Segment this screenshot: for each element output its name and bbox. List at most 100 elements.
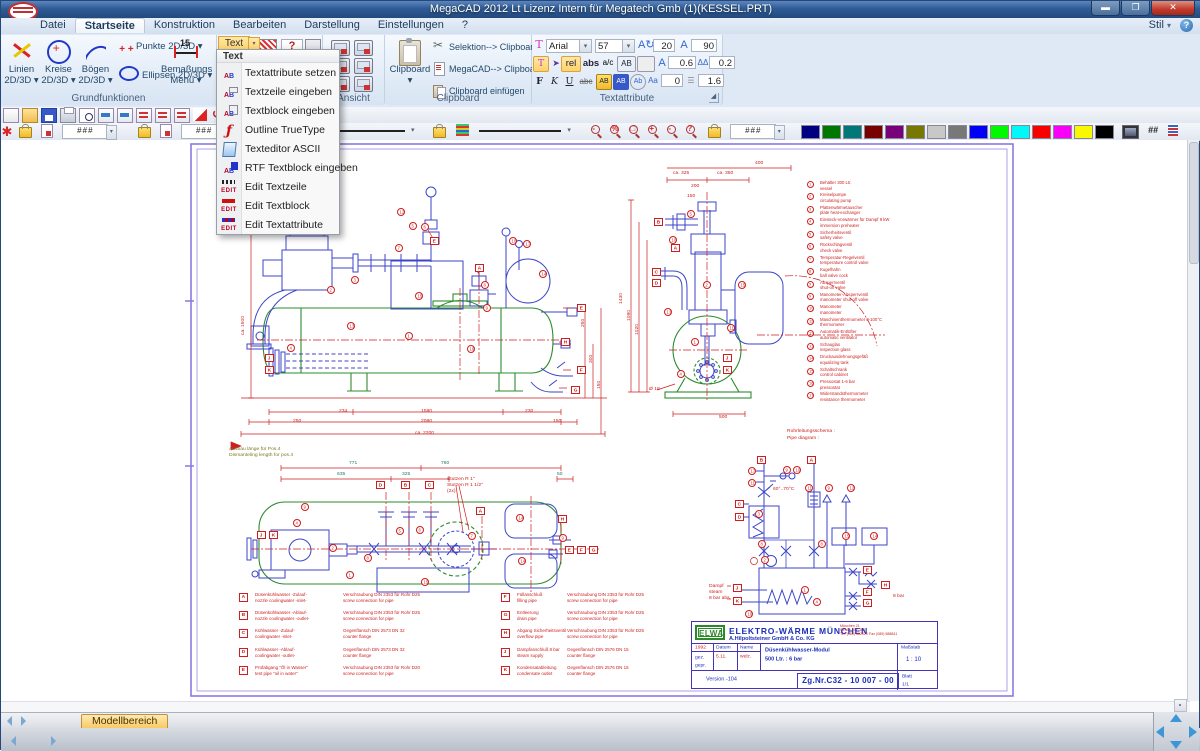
zoom-minus-icon[interactable]: - xyxy=(666,124,679,137)
doc-settings-icon[interactable] xyxy=(136,108,152,123)
ribbon-tab[interactable]: Konstruktion xyxy=(145,18,224,33)
layer-colors-icon[interactable] xyxy=(1168,124,1178,136)
menu-item[interactable]: EDIT Edit Textattribute xyxy=(217,215,339,234)
import-icon[interactable] xyxy=(98,108,114,123)
zoom-window-icon[interactable]: □ xyxy=(628,124,641,137)
menu-item[interactable]: AB Textattribute setzen xyxy=(217,63,339,82)
text-slant-field[interactable]: 90 xyxy=(691,39,717,52)
pan-down-icon[interactable] xyxy=(1170,741,1182,749)
ribbon-tab[interactable]: Einstellungen xyxy=(369,18,453,33)
offset-field[interactable]: 0 xyxy=(661,74,683,87)
view-pan-icon[interactable] xyxy=(354,58,373,74)
prev-arrow-icon[interactable] xyxy=(11,736,16,746)
pan-left-icon[interactable] xyxy=(1156,726,1164,738)
ab-frame-icon[interactable]: AB xyxy=(617,56,636,72)
color-swatch[interactable] xyxy=(927,125,946,139)
color-swatch[interactable] xyxy=(948,125,967,139)
menu-item[interactable]: ƒ Outline TrueType xyxy=(217,120,339,139)
menu-item[interactable]: EDIT Edit Textzeile xyxy=(217,177,339,196)
redline-icon[interactable] xyxy=(193,108,207,121)
close-button[interactable]: ✕ xyxy=(1151,1,1195,16)
style-menu[interactable]: Stil ▾ xyxy=(1149,19,1171,31)
group-page-icon[interactable] xyxy=(160,124,172,138)
lock-text-icon[interactable]: AB xyxy=(596,74,612,90)
menu-item[interactable]: AB Textzeile eingeben xyxy=(217,82,339,101)
italic-button[interactable]: K xyxy=(548,74,561,90)
ribbon-button[interactable]: Kreise2D/3D ▾ xyxy=(40,38,77,92)
layer-combo[interactable]: ###▾ xyxy=(62,124,108,139)
zoom-all-icon[interactable]: ? xyxy=(685,124,698,137)
ribbon-tab[interactable]: Bearbeiten xyxy=(224,18,295,33)
color-swatch[interactable] xyxy=(1074,125,1093,139)
zoom-out-icon[interactable]: - xyxy=(590,124,603,137)
menu-item[interactable]: AB Textblock eingeben xyxy=(217,101,339,120)
export-icon[interactable] xyxy=(117,108,133,123)
pan-up-icon[interactable] xyxy=(1170,714,1182,722)
menu-item[interactable]: Texteditor ASCII xyxy=(217,139,339,158)
ribbon-tab[interactable]: ? xyxy=(453,18,477,33)
screen-color-icon[interactable] xyxy=(1122,125,1139,139)
maximize-button[interactable]: ❐ xyxy=(1121,1,1150,16)
layer-page-icon[interactable] xyxy=(41,124,53,138)
hash-label[interactable]: ## xyxy=(1148,125,1158,135)
ribbon-button[interactable]: Bögen2D/3D ▾ xyxy=(77,38,114,92)
bold-button[interactable]: F xyxy=(533,74,546,90)
color-swatch[interactable] xyxy=(885,125,904,139)
prev-view-arrow-icon[interactable] xyxy=(7,716,12,726)
color-swatch[interactable] xyxy=(1032,125,1051,139)
clipboard-action-button[interactable]: Selektion--> Clipboard xyxy=(433,40,543,57)
strike-button[interactable]: abc xyxy=(577,74,595,90)
view-zoom-icon[interactable] xyxy=(354,40,373,56)
zoom-in-icon[interactable]: + xyxy=(647,124,660,137)
line-spacing-field[interactable]: 1.6 xyxy=(698,74,724,87)
abs-button[interactable]: abs xyxy=(581,56,601,72)
save-text-icon[interactable]: AB xyxy=(613,74,629,90)
doc-paste-icon[interactable] xyxy=(174,108,190,123)
char-gap-field[interactable]: 0.2 xyxy=(709,56,735,69)
ribbon-tab[interactable]: Datei xyxy=(31,18,75,33)
pen-combo[interactable]: ###▾ xyxy=(730,124,776,139)
open-file-icon[interactable] xyxy=(22,108,38,123)
color-swatch[interactable] xyxy=(906,125,925,139)
text-angle-field[interactable]: 20 xyxy=(653,39,675,52)
bemassung-menu-button[interactable]: Bemaßungs Menü ▾ xyxy=(161,38,211,92)
color-swatch[interactable] xyxy=(1011,125,1030,139)
save-file-icon[interactable] xyxy=(41,108,57,123)
rel-button[interactable]: rel xyxy=(561,56,581,72)
snap-icon[interactable]: ✱ xyxy=(1,125,13,138)
color-swatch[interactable] xyxy=(1053,125,1072,139)
dialog-launcher[interactable]: ◢ xyxy=(709,93,719,103)
text-color-button[interactable]: T xyxy=(533,56,549,72)
doc-copy-icon[interactable] xyxy=(155,108,171,123)
drawing-canvas[interactable]: EAEHFGJKBACDJKJKDBCAHEFGBACDJKEFGH 12567… xyxy=(1,140,1190,701)
color-swatch[interactable] xyxy=(801,125,820,139)
lock-icon[interactable] xyxy=(433,127,446,138)
clipboard-button[interactable]: Clipboard▾ xyxy=(389,38,431,92)
menu-item[interactable]: AB RTF Textblock eingeben xyxy=(217,158,339,177)
color-swatch[interactable] xyxy=(822,125,841,139)
width-factor-field[interactable]: 0.6 xyxy=(668,56,696,69)
lock-icon[interactable] xyxy=(708,127,721,138)
color-swatch[interactable] xyxy=(969,125,988,139)
print-icon[interactable] xyxy=(60,108,76,123)
pan-control[interactable] xyxy=(1153,712,1199,751)
minimize-button[interactable]: ▬ xyxy=(1091,1,1120,16)
pan-right-icon[interactable] xyxy=(1189,726,1197,738)
help-icon[interactable]: ? xyxy=(1180,19,1193,32)
scrollbar-corner-button[interactable] xyxy=(1174,699,1187,712)
ribbon-tab[interactable]: Darstellung xyxy=(295,18,369,33)
ab-bubble-icon[interactable]: Ab xyxy=(630,74,646,90)
next-arrow-icon[interactable] xyxy=(51,736,56,746)
ribbon-tab[interactable]: Startseite xyxy=(75,18,145,33)
ribbon-button[interactable]: Linien2D/3D ▾ xyxy=(3,38,40,92)
lock-icon[interactable] xyxy=(19,127,32,138)
line-style-selector[interactable] xyxy=(479,124,569,137)
scrollbar-thumb[interactable] xyxy=(1189,142,1199,264)
font-size-combo[interactable]: 57▾ xyxy=(595,39,635,53)
vertical-scrollbar[interactable] xyxy=(1187,140,1199,701)
next-view-arrow-icon[interactable] xyxy=(21,716,26,726)
underline-button[interactable]: U xyxy=(563,74,576,90)
color-swatch[interactable] xyxy=(843,125,862,139)
color-swatch[interactable] xyxy=(864,125,883,139)
color-swatch[interactable] xyxy=(990,125,1009,139)
